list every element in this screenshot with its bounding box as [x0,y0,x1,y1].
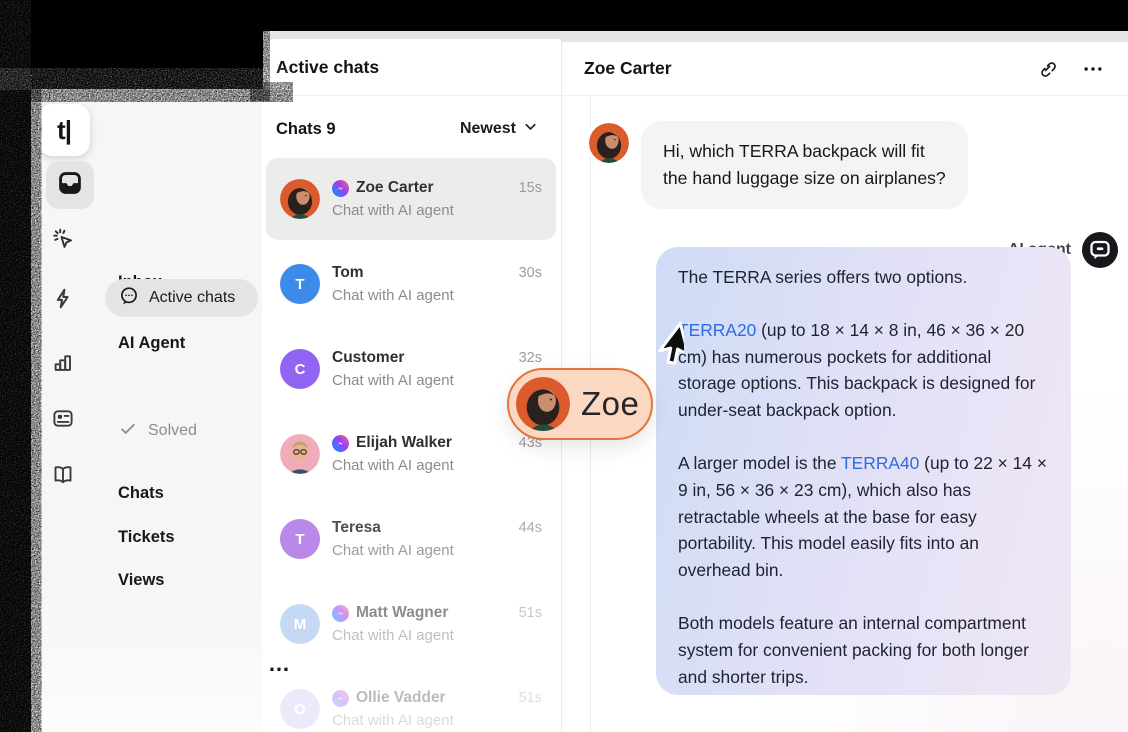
chat-time: 51s [519,605,542,621]
chat-list-item[interactable]: O Ollie Vadder 51s Chat with AI agent [266,668,556,732]
chat-list-item[interactable]: T Tom 30s Chat with AI agent [266,243,556,325]
mouse-cursor-icon [634,320,684,370]
conversation-title: Zoe Carter [584,58,672,79]
chat-list-item[interactable]: T Teresa 44s Chat with AI agent [266,498,556,580]
frame-topleft-block [0,0,263,89]
more-options-icon[interactable] [1082,58,1104,80]
chat-time: 51s [519,690,542,706]
chat-time: 30s [519,265,542,281]
visitor-avatar [589,123,629,163]
messenger-icon [332,435,349,452]
sidebar-item-chats[interactable]: Chats [118,482,164,504]
chat-preview: Chat with AI agent [332,627,542,644]
link-icon[interactable] [1036,58,1058,80]
chat-name: Customer [332,349,404,367]
avatar: T [280,519,320,559]
chat-name: Matt Wagner [356,604,448,622]
sidebar-item-ai-agent[interactable]: AI Agent [118,332,185,354]
avatar: M [280,604,320,644]
visitor-message-line: Hi, which TERRA backpack will fit [663,138,946,165]
chat-preview: Chat with AI agent [332,202,542,219]
chat-name: Zoe Carter [356,179,434,197]
agent-paragraph: Both models feature an internal compartm… [678,613,1029,687]
sidebar-item-label: Active chats [149,289,235,307]
chevron-down-icon [522,118,539,140]
chat-time: 44s [519,520,542,536]
tidio-logo[interactable]: t| [38,104,90,156]
chat-name: Tom [332,264,364,282]
book-icon[interactable] [51,462,75,486]
avatar [280,179,320,219]
avatar: T [280,264,320,304]
presence-avatar [516,377,570,431]
visitor-message-line: the hand luggage size on airplanes? [663,165,946,192]
agent-paragraph: A larger model is the [678,453,841,473]
sidebar-item-views[interactable]: Views [118,569,164,591]
terra20-link[interactable]: TERRA20 [678,320,756,340]
presence-chip-zoe: Zoe [507,368,653,440]
chat-time: 15s [519,180,542,196]
chat-list-item[interactable]: Elijah Walker 43s Chat with AI agent [266,413,556,495]
agent-paragraph: The TERRA series offers two options. [678,267,967,287]
sidebar: t| Inbox AI Agent Active chats [30,90,262,732]
messenger-icon [332,690,349,707]
chat-name: Ollie Vadder [356,689,446,707]
avatar: C [280,349,320,389]
sort-dropdown[interactable]: Newest [460,118,539,140]
chat-time: 32s [519,350,542,366]
chat-list-title: Active chats [262,39,561,96]
chat-list-item[interactable]: M Matt Wagner 51s Chat with AI agent [266,583,556,665]
sidebar-item-active-chats[interactable]: Active chats [105,279,258,317]
visitor-message: Hi, which TERRA backpack will fit the ha… [641,121,968,209]
chat-bubble-icon [118,285,140,312]
messenger-icon [332,180,349,197]
ai-agent-message: The TERRA series offers two options. TER… [656,247,1071,695]
chat-preview: Chat with AI agent [332,457,542,474]
ai-agent-icon [1082,232,1118,268]
more-ellipsis[interactable]: … [268,659,291,669]
messenger-icon [332,605,349,622]
chats-count: Chats 9 [276,120,336,139]
chat-preview: Chat with AI agent [332,542,542,559]
check-icon [118,419,138,444]
app-window: t| Inbox AI Agent Active chats [0,0,1128,732]
bar-chart-icon[interactable] [51,349,75,373]
ai-cursor-sparkle-icon[interactable] [51,226,75,250]
lightning-icon[interactable] [51,286,75,310]
chat-name: Teresa [332,519,381,537]
avatar: O [280,689,320,729]
contact-card-icon[interactable] [51,406,75,430]
inbox-icon [57,170,83,201]
presence-label: Zoe [581,385,639,423]
chat-preview: Chat with AI agent [332,287,542,304]
frame-left-band [0,0,31,732]
sort-label: Newest [460,120,516,138]
chat-name: Elijah Walker [356,434,452,452]
avatar [280,434,320,474]
sidebar-item-label: Solved [148,422,197,440]
sidebar-item-tickets[interactable]: Tickets [118,526,175,548]
inbox-nav-button[interactable] [46,161,94,209]
sidebar-item-solved[interactable]: Solved [118,420,197,442]
chat-preview: Chat with AI agent [332,712,542,729]
chat-list-item[interactable]: Zoe Carter 15s Chat with AI agent [266,158,556,240]
terra40-link[interactable]: TERRA40 [841,453,919,473]
